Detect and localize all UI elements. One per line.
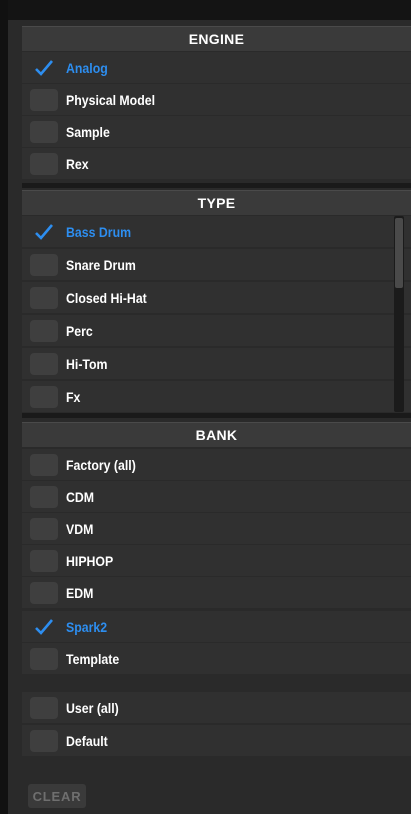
checkbox[interactable]	[30, 253, 58, 276]
checkmark-icon	[35, 618, 53, 635]
checkbox[interactable]	[30, 221, 58, 243]
type-item-closed-hi-hat[interactable]: Closed Hi-Hat	[22, 282, 411, 313]
checkbox[interactable]	[30, 581, 58, 604]
checkbox[interactable]	[30, 517, 58, 540]
checkbox[interactable]	[30, 352, 58, 375]
checkbox[interactable]	[30, 696, 58, 719]
checkbox[interactable]	[30, 549, 58, 572]
type-item-label: Bass Drum	[66, 223, 132, 240]
bank-item-label: User (all)	[66, 699, 119, 716]
left-edge	[0, 0, 8, 814]
checkbox[interactable]	[30, 286, 58, 309]
bank-item-label: CDM	[66, 488, 95, 505]
checkbox[interactable]	[30, 385, 58, 408]
type-item-perc[interactable]: Perc	[22, 315, 411, 346]
bank-item-label: Template	[66, 650, 120, 667]
type-header: TYPE	[22, 190, 411, 215]
engine-item-label: Physical Model	[66, 91, 156, 108]
checkbox[interactable]	[30, 88, 58, 111]
checkmark-icon	[35, 223, 53, 240]
top-edge	[0, 0, 411, 20]
type-scrollbar[interactable]	[394, 216, 404, 412]
engine-item-physical-model[interactable]: Physical Model	[22, 84, 411, 115]
type-item-label: Fx	[66, 388, 81, 405]
bank-item-cdm[interactable]: CDM	[22, 481, 411, 512]
checkbox[interactable]	[30, 319, 58, 342]
clear-button[interactable]: CLEAR	[28, 784, 86, 808]
bank-item-default[interactable]: Default	[22, 725, 411, 756]
checkbox[interactable]	[30, 152, 58, 175]
bank-item-label: EDM	[66, 584, 94, 601]
bank-item-factory-all[interactable]: Factory (all)	[22, 449, 411, 480]
bank-item-template[interactable]: Template	[22, 643, 411, 674]
checkmark-icon	[35, 59, 53, 76]
checkbox[interactable]	[30, 616, 58, 638]
engine-item-label: Rex	[66, 155, 89, 172]
engine-item-sample[interactable]: Sample	[22, 116, 411, 147]
bank-item-user-all[interactable]: User (all)	[22, 692, 411, 723]
checkbox[interactable]	[30, 120, 58, 143]
checkbox[interactable]	[30, 647, 58, 670]
engine-header: ENGINE	[22, 26, 411, 51]
type-item-label: Perc	[66, 322, 93, 339]
section-divider	[22, 413, 411, 418]
bank-item-label: Factory (all)	[66, 456, 136, 473]
type-item-label: Hi-Tom	[66, 355, 108, 372]
bank-item-hiphop[interactable]: HIPHOP	[22, 545, 411, 576]
type-item-fx[interactable]: Fx	[22, 381, 411, 412]
checkbox[interactable]	[30, 729, 58, 752]
type-item-label: Snare Drum	[66, 256, 136, 273]
bank-item-label: VDM	[66, 520, 94, 537]
bank-item-vdm[interactable]: VDM	[22, 513, 411, 544]
engine-item-label: Analog	[66, 59, 108, 76]
checkbox[interactable]	[30, 485, 58, 508]
bank-item-edm[interactable]: EDM	[22, 577, 411, 608]
checkbox[interactable]	[30, 57, 58, 79]
scrollbar-thumb[interactable]	[395, 218, 403, 288]
type-item-snare-drum[interactable]: Snare Drum	[22, 249, 411, 280]
bank-item-spark2[interactable]: Spark2	[22, 611, 411, 642]
engine-item-label: Sample	[66, 123, 110, 140]
checkbox[interactable]	[30, 453, 58, 476]
bank-header: BANK	[22, 422, 411, 447]
bank-item-label: Spark2	[66, 618, 108, 635]
section-divider	[22, 183, 411, 188]
type-item-label: Closed Hi-Hat	[66, 289, 147, 306]
engine-item-analog[interactable]: Analog	[22, 52, 411, 83]
engine-item-rex[interactable]: Rex	[22, 148, 411, 179]
type-item-bass-drum[interactable]: Bass Drum	[22, 216, 411, 247]
bank-item-label: Default	[66, 732, 108, 749]
type-item-hi-tom[interactable]: Hi-Tom	[22, 348, 411, 379]
bank-item-label: HIPHOP	[66, 552, 114, 569]
